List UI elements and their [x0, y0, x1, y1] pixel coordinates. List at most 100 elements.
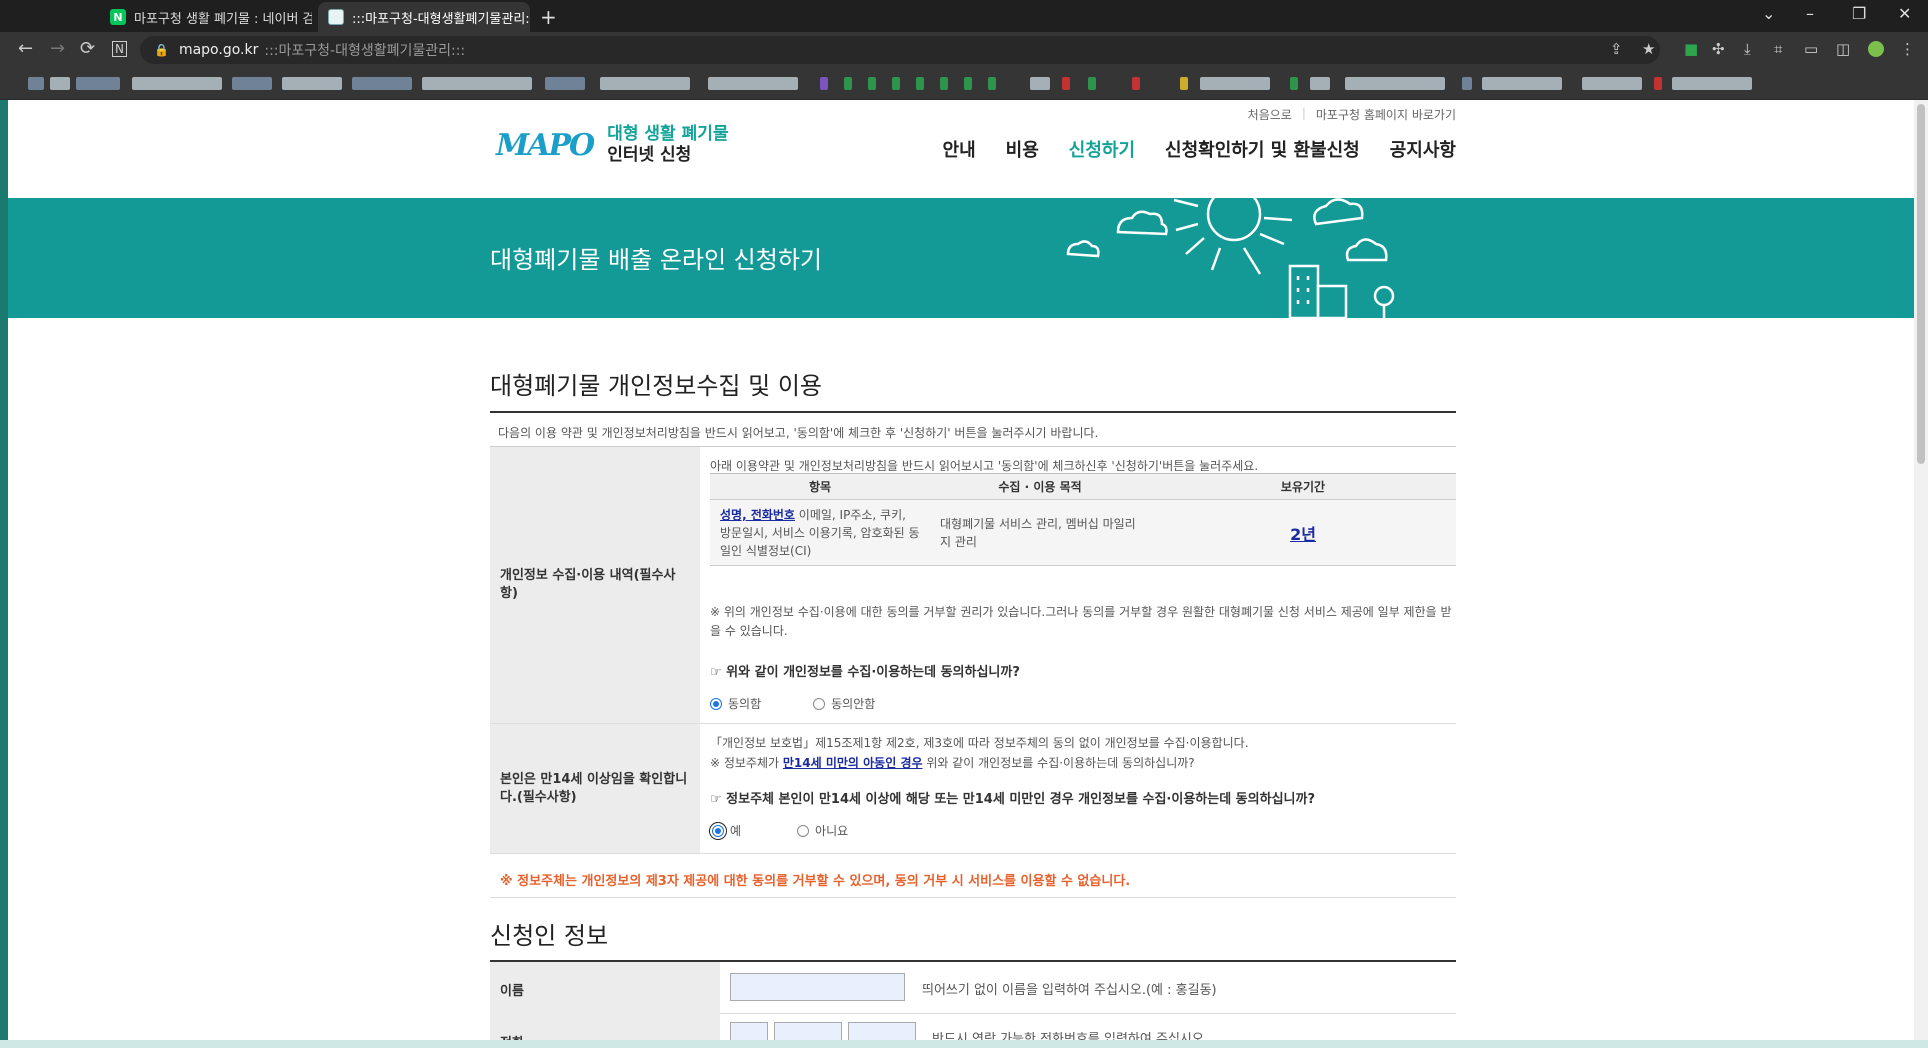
bookmark-item[interactable]	[1062, 77, 1070, 90]
bookmark-item[interactable]	[1200, 77, 1270, 90]
bookmark-item[interactable]	[132, 77, 222, 90]
puzzle-icon[interactable]: ✣	[1712, 40, 1725, 58]
no-label[interactable]: 아니요	[815, 822, 848, 839]
bookmark-item[interactable]	[1132, 77, 1140, 90]
bookmark-item[interactable]	[282, 77, 342, 90]
page-scrollbar[interactable]	[1914, 100, 1928, 1048]
bookmark-item[interactable]	[868, 77, 876, 90]
bookmark-item[interactable]	[1290, 77, 1298, 90]
bookmark-item[interactable]	[545, 77, 585, 90]
yes-label[interactable]: 예	[730, 822, 741, 839]
main-nav: 안내 비용 신청하기 신청확인하기 및 환불신청 공지사항	[943, 136, 1456, 162]
refusal-note: ※ 위의 개인정보 수집·이용에 대한 동의를 거부할 권리가 있습니다.그러나…	[710, 605, 1452, 638]
mapo-favicon-icon	[328, 9, 344, 25]
nav-notice[interactable]: 공지사항	[1390, 136, 1456, 162]
bookmark-item[interactable]	[232, 77, 272, 90]
child-under-14-link[interactable]: 만14세 미만의 아동인 경우	[783, 756, 923, 770]
back-button[interactable]: ←	[18, 38, 33, 59]
bookmark-item[interactable]	[422, 77, 532, 90]
required-items-link[interactable]: 성명, 전화번호	[720, 508, 795, 522]
bookmark-item[interactable]	[708, 77, 798, 90]
new-tab-button[interactable]: +	[540, 5, 557, 29]
mapo-homepage-link[interactable]: 마포구청 홈페이지 바로가기	[1316, 106, 1456, 123]
share-icon[interactable]: ⇪	[1610, 40, 1623, 58]
screenshot-icon[interactable]: ⌗	[1774, 40, 1782, 58]
bookmark-item[interactable]	[1482, 77, 1562, 90]
collected-items: 성명, 전화번호 이메일, IP주소, 쿠키, 방문일시, 서비스 이용기록, …	[710, 506, 930, 560]
bookmark-item[interactable]	[352, 77, 412, 90]
bookmark-item[interactable]	[76, 77, 120, 90]
disagree-label[interactable]: 동의안함	[831, 695, 875, 712]
name-input[interactable]	[730, 973, 905, 1001]
divider	[490, 411, 1456, 413]
bookmark-item[interactable]	[28, 77, 44, 90]
nav-guide[interactable]: 안내	[943, 136, 976, 162]
privacy-consent-row: 개인정보 수집·이용 내역(필수사항) 아래 이용약관 및 개인정보처리방침을 …	[490, 447, 1456, 724]
bookmark-item[interactable]	[1462, 77, 1472, 90]
naver-home-icon[interactable]: N	[112, 41, 127, 57]
header-retention: 보유기간	[1280, 480, 1326, 494]
extension-icon[interactable]: ■	[1684, 40, 1698, 58]
bookmark-item[interactable]	[1582, 77, 1642, 90]
tab-search-chevron-icon[interactable]: ⌄	[1762, 4, 1775, 23]
hero-title: 대형폐기물 배출 온라인 신청하기	[490, 246, 823, 274]
bookmark-item[interactable]	[940, 77, 948, 90]
collection-table: 항목 수집 · 이용 목적 보유기간 성명, 전화번호 이메일, IP주소, 쿠…	[710, 473, 1456, 566]
bookmark-item[interactable]	[964, 77, 972, 90]
cast-icon[interactable]: ▭	[1804, 40, 1818, 58]
divider: |	[1301, 106, 1306, 120]
reload-button[interactable]: ⟳	[80, 38, 95, 59]
bookmark-item[interactable]	[600, 77, 690, 90]
site-logo[interactable]: MAPO 대형 생활 폐기물 인터넷 신청	[496, 124, 729, 166]
nav-cost[interactable]: 비용	[1006, 136, 1039, 162]
bookmark-item[interactable]	[820, 77, 828, 90]
minimize-button[interactable]: –	[1806, 4, 1814, 23]
logo-text: 대형 생활 폐기물 인터넷 신청	[607, 124, 728, 166]
download-icon[interactable]: ⤓	[1744, 40, 1751, 58]
tab-title: :::마포구청-대형생활폐기물관리:::	[352, 11, 530, 27]
taskbar-edge	[0, 1040, 1928, 1048]
nav-check-refund[interactable]: 신청확인하기 및 환불신청	[1165, 136, 1360, 162]
logo-line2: 인터넷 신청	[607, 145, 692, 165]
bookmark-item[interactable]	[1180, 77, 1188, 90]
bookmark-item[interactable]	[1654, 77, 1662, 90]
sun-cloud-building-illustration	[1066, 198, 1395, 318]
forward-button[interactable]: →	[50, 38, 65, 59]
nav-apply[interactable]: 신청하기	[1069, 136, 1135, 162]
bookmark-item[interactable]	[1310, 77, 1330, 90]
bookmark-item[interactable]	[892, 77, 900, 90]
logo-line1: 대형 생활 폐기물	[607, 124, 729, 144]
sidepanel-icon[interactable]: ◫	[1836, 40, 1850, 58]
header-item: 항목	[808, 480, 832, 494]
bookmark-item[interactable]	[844, 77, 852, 90]
tab-naver[interactable]: N 마포구청 생활 폐기물 : 네이버 검	[100, 2, 312, 32]
menu-kebab-icon[interactable]: ⋮	[1900, 40, 1915, 58]
yes-radio[interactable]	[712, 824, 724, 837]
disagree-radio[interactable]	[813, 697, 826, 710]
bookmark-item[interactable]	[988, 77, 996, 90]
bookmark-star-icon[interactable]: ★	[1642, 40, 1655, 58]
bookmark-item[interactable]	[1030, 77, 1050, 90]
divider	[490, 897, 1456, 898]
bookmark-item[interactable]	[50, 77, 70, 90]
tab-title: 마포구청 생활 폐기물 : 네이버 검	[134, 11, 312, 27]
third-party-warning: ※ 정보주체는 개인정보의 제3자 제공에 대한 동의를 거부할 수 있으며, …	[500, 874, 1131, 889]
home-link[interactable]: 처음으로	[1248, 106, 1292, 123]
bookmark-item[interactable]	[1672, 77, 1752, 90]
restore-button[interactable]: ❐	[1852, 4, 1866, 23]
bookmark-item[interactable]	[1345, 77, 1445, 90]
collection-purpose: 대형폐기물 서비스 관리, 멤버십 마일리지 관리	[940, 516, 1136, 549]
row-content: 「개인정보 보호법」제15조제1항 제2호, 제3호에 따라 정보주체의 동의 …	[700, 724, 1456, 853]
agree-radio[interactable]	[710, 697, 722, 710]
tab-mapo[interactable]: :::마포구청-대형생활폐기물관리:::	[318, 2, 530, 32]
profile-avatar[interactable]	[1868, 41, 1884, 57]
applicant-section-title: 신청인 정보	[490, 922, 609, 950]
bookmark-item[interactable]	[916, 77, 924, 90]
retention-link[interactable]: 2년	[1290, 525, 1316, 544]
address-bar[interactable]: 🔒 mapo.go.kr :::마포구청-대형생활폐기물관리:::	[140, 36, 1660, 64]
scrollbar-thumb[interactable]	[1917, 104, 1925, 464]
bookmark-item[interactable]	[1088, 77, 1096, 90]
agree-label[interactable]: 동의함	[728, 695, 761, 712]
close-window-button[interactable]: ✕	[1898, 4, 1911, 23]
no-radio[interactable]	[797, 824, 810, 837]
